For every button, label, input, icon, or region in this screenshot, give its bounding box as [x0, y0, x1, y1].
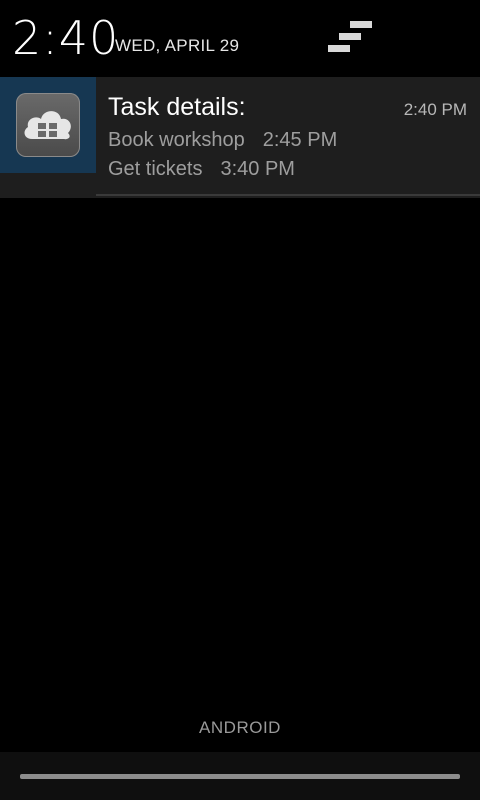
clock: 2:40	[12, 11, 120, 65]
task-name: Book workshop	[108, 129, 245, 151]
shade-handle-area[interactable]	[0, 752, 480, 800]
notification-card[interactable]: Task details: 2:40 PM Book workshop 2:45 …	[0, 77, 480, 198]
notification-time: 2:40 PM	[403, 100, 467, 119]
task-time: 2:45 PM	[262, 129, 338, 151]
task-time: 3:40 PM	[220, 158, 295, 180]
carrier-label: ANDROID	[199, 718, 281, 737]
notification-divider	[96, 194, 480, 196]
notification-icon-area	[0, 77, 96, 173]
clear-all-notifications-button[interactable]	[322, 16, 376, 60]
notification-task-row: Book workshop 2:45 PM	[108, 129, 337, 152]
notification-task-row: Get tickets 3:40 PM	[108, 158, 295, 181]
cloud-icon	[24, 111, 71, 140]
clear-all-icon-bar-3	[328, 45, 350, 52]
drag-handle[interactable]	[20, 774, 460, 779]
date: WED, APRIL 29	[115, 36, 240, 55]
clear-all-icon	[350, 21, 372, 28]
clear-all-icon-bar-2	[339, 33, 361, 40]
cloud-calendar-app-icon	[16, 93, 80, 157]
task-name: Get tickets	[108, 158, 203, 180]
notification-shade-header: 2:40 WED, APRIL 29	[0, 0, 480, 76]
notification-title: Task details:	[108, 93, 246, 121]
